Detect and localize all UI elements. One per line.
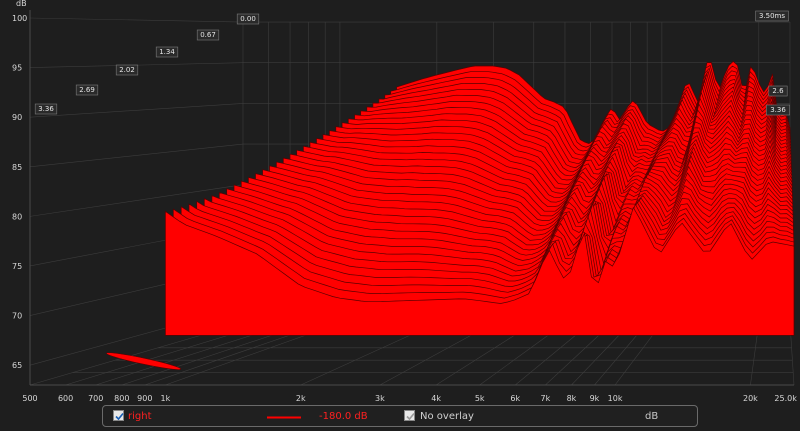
y-tick-label: 90 — [12, 113, 22, 122]
series-name: right — [128, 411, 152, 422]
depth-tick-label: 2.02 — [119, 66, 135, 74]
x-tick-label: 7k — [541, 394, 551, 403]
y-tick-label: 100 — [12, 14, 27, 23]
grid-line — [29, 143, 244, 168]
y-tick-label: 95 — [12, 64, 22, 73]
y-tick-label: 80 — [12, 212, 22, 221]
checkmark-icon — [406, 412, 415, 421]
depth-tick-label: 1.34 — [159, 48, 175, 56]
series-line-swatch — [267, 416, 301, 419]
x-tick-label: 1k — [161, 394, 171, 403]
depth-tick-label: 2.69 — [79, 86, 95, 94]
grid-line — [29, 17, 244, 23]
depth-tick-label: 0.67 — [200, 31, 216, 39]
legend-bar: right -180.0 dB No overlay dB — [102, 405, 698, 427]
series-checkbox[interactable] — [113, 410, 124, 421]
y-axis-unit: dB — [16, 0, 27, 8]
offset-value: -180.0 dB — [319, 411, 368, 422]
overlay-checkbox[interactable] — [404, 410, 415, 421]
x-tick-label: 600 — [58, 394, 73, 403]
y-tick-label: 85 — [12, 163, 22, 172]
x-tick-label: 2k — [296, 394, 306, 403]
overlay-label: No overlay — [420, 411, 474, 422]
legend-unit: dB — [645, 411, 659, 422]
waterfall-chart: 100 95 90 85 80 75 70 65 500 600 700 800 900 1k 2k 3k 4… — [12, 0, 800, 403]
x-tick-label: 20k — [743, 394, 758, 403]
depth-tick-label: 3.36 — [770, 106, 786, 114]
depth-tick-label: 0.00 — [240, 15, 256, 23]
x-tick-label: 10k — [608, 394, 623, 403]
x-tick-label: 3k — [375, 394, 385, 403]
x-tick-label: 500 — [22, 394, 37, 403]
x-tick-label: 700 — [88, 394, 103, 403]
depth-tick-label: 3.36 — [38, 105, 54, 113]
y-axis-labels: 100 95 90 85 80 75 70 65 — [12, 14, 27, 370]
x-tick-label: 4k — [431, 394, 441, 403]
depth-tick-label: 3.50ms — [759, 12, 785, 20]
y-tick-label: 70 — [12, 312, 22, 321]
y-tick-label: 75 — [12, 262, 22, 271]
x-tick-label: 6k — [510, 394, 520, 403]
y-tick-label: 65 — [12, 361, 22, 370]
checkmark-icon — [115, 412, 124, 421]
x-tick-label: 25.0k Hz — [774, 394, 800, 403]
x-tick-label: 9k — [590, 394, 600, 403]
x-tick-label: 5k — [475, 394, 485, 403]
x-tick-label: 900 — [137, 394, 152, 403]
x-axis-labels: 500 600 700 800 900 1k 2k 3k 4k 5k 6k 7k 8k 9k 10k 20k 2… — [22, 394, 800, 403]
x-tick-label: 8k — [567, 394, 577, 403]
x-tick-label: 800 — [114, 394, 129, 403]
depth-tick-label: 2.6 — [772, 87, 784, 95]
waterfall-surface — [106, 60, 795, 370]
grid-line — [29, 103, 244, 118]
